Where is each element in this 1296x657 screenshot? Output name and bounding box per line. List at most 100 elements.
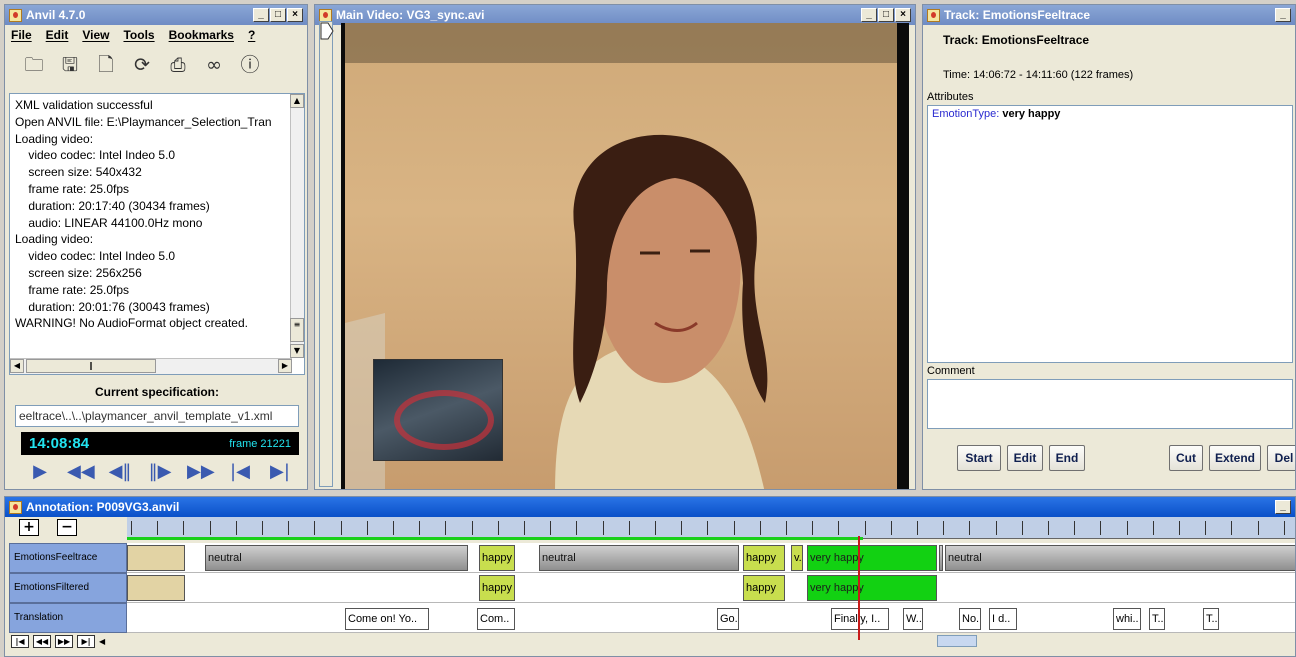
- ruler-tick: [1179, 521, 1180, 535]
- annotation-element[interactable]: [127, 545, 185, 571]
- annotation-element[interactable]: [127, 575, 185, 601]
- end-button[interactable]: End: [1049, 445, 1085, 471]
- binoculars-icon[interactable]: ∞: [203, 54, 225, 76]
- maximize-button[interactable]: □: [270, 8, 286, 22]
- video-titlebar[interactable]: Main Video: VG3_sync.avi _ □ ×: [315, 5, 915, 25]
- annotation-element[interactable]: happy: [743, 545, 785, 571]
- scroll-left-icon[interactable]: ◀: [99, 637, 105, 646]
- log-horizontal-scrollbar[interactable]: ◀ ‖ ▶: [10, 358, 292, 374]
- ruler-tick: [393, 521, 394, 535]
- extend-button[interactable]: Extend: [1209, 445, 1261, 471]
- timeline-scroll-thumb[interactable]: [937, 635, 977, 647]
- delete-button[interactable]: Del: [1267, 445, 1295, 471]
- scroll-up-icon[interactable]: ▲: [290, 94, 304, 108]
- go-last-icon[interactable]: ▶|: [77, 634, 95, 648]
- scroll-down-icon[interactable]: ▼: [290, 344, 304, 358]
- log-line: Loading video:: [15, 232, 94, 247]
- annotation-element[interactable]: T..: [1203, 608, 1219, 630]
- play-icon[interactable]: ▶: [27, 461, 53, 482]
- minimize-button[interactable]: _: [861, 8, 877, 22]
- menu-file[interactable]: File: [11, 28, 32, 42]
- zoom-in-button[interactable]: +: [19, 519, 39, 536]
- track-row-translation[interactable]: Come on! Yo.. Com.. Go.. Finally, I.. W.. No.…: [127, 603, 1295, 633]
- start-button[interactable]: Start: [957, 445, 1001, 471]
- annotation-element[interactable]: [939, 545, 943, 571]
- annotation-element[interactable]: Go..: [717, 608, 739, 630]
- annotation-element[interactable]: v..: [791, 545, 803, 571]
- annotation-element[interactable]: neutral: [539, 545, 739, 571]
- track-titlebar[interactable]: Track: EmotionsFeeltrace _: [923, 5, 1295, 25]
- anvil-titlebar[interactable]: Anvil 4.7.0 _ □ ×: [5, 5, 307, 25]
- print-icon[interactable]: ⎙: [167, 54, 189, 76]
- video-position-slider[interactable]: [319, 21, 334, 487]
- menu-view[interactable]: View: [82, 28, 109, 42]
- menu-help[interactable]: ?: [248, 28, 255, 42]
- minimize-button[interactable]: _: [1275, 500, 1291, 514]
- go-end-icon[interactable]: ▶|: [267, 461, 293, 482]
- log-line: Loading video:: [15, 131, 94, 146]
- annotation-element[interactable]: happy: [479, 545, 515, 571]
- track-label-translation[interactable]: Translation: [9, 603, 127, 633]
- attr-value[interactable]: very happy: [1002, 108, 1060, 120]
- scroll-left-icon[interactable]: ◀: [10, 359, 24, 373]
- scroll-thumb[interactable]: ≡: [290, 318, 304, 342]
- annotation-element[interactable]: happy: [743, 575, 785, 601]
- maximize-button[interactable]: □: [878, 8, 894, 22]
- annotation-element[interactable]: Come on! Yo..: [345, 608, 429, 630]
- comment-field[interactable]: [927, 379, 1293, 429]
- track-row-emotionsfiltered[interactable]: happy happy very happy: [127, 573, 1295, 603]
- annotation-element[interactable]: very happy: [807, 575, 937, 601]
- menu-edit[interactable]: Edit: [46, 28, 69, 42]
- annotation-element[interactable]: I d..: [989, 608, 1017, 630]
- log-vertical-scrollbar[interactable]: ▲ ≡ ▼: [290, 94, 304, 358]
- go-start-icon[interactable]: |◀: [227, 461, 253, 482]
- annotation-element[interactable]: Com..: [477, 608, 515, 630]
- fast-rewind-icon[interactable]: ◀◀: [67, 461, 95, 482]
- annotation-element[interactable]: happy: [479, 575, 515, 601]
- scroll-thumb[interactable]: ‖: [26, 359, 156, 373]
- ruler-tick: [1074, 521, 1075, 535]
- zoom-out-button[interactable]: −: [57, 519, 77, 536]
- annotation-element[interactable]: T..: [1149, 608, 1165, 630]
- spec-field[interactable]: eeltrace\..\..\playmancer_anvil_template…: [15, 405, 299, 427]
- close-button[interactable]: ×: [895, 8, 911, 22]
- picture-in-picture-video: [373, 359, 503, 461]
- scroll-right-icon[interactable]: ▶: [278, 359, 292, 373]
- annotation-element[interactable]: Finally, I..: [831, 608, 889, 630]
- cut-button[interactable]: Cut: [1169, 445, 1203, 471]
- info-icon[interactable]: ⓘ: [239, 54, 261, 76]
- slider-thumb[interactable]: [320, 22, 334, 40]
- track-label-emotionsfiltered[interactable]: EmotionsFiltered: [9, 573, 127, 603]
- page-forward-icon[interactable]: ▶▶: [55, 634, 73, 648]
- minimize-button[interactable]: _: [253, 8, 269, 22]
- annotation-element[interactable]: neutral: [945, 545, 1295, 571]
- ruler-tick: [707, 521, 708, 535]
- save-icon[interactable]: 🖫: [59, 54, 81, 76]
- minimize-button[interactable]: _: [1275, 8, 1291, 22]
- annotation-titlebar[interactable]: Annotation: P009VG3.anvil _: [5, 497, 1295, 517]
- ruler-tick: [341, 521, 342, 535]
- ruler-tick: [1022, 521, 1023, 535]
- edit-button[interactable]: Edit: [1007, 445, 1043, 471]
- annotation-element[interactable]: very happy: [807, 545, 937, 571]
- annotation-element[interactable]: No..: [959, 608, 981, 630]
- open-folder-icon[interactable]: 🗀: [23, 54, 45, 76]
- time-ruler[interactable]: [127, 517, 1295, 540]
- track-row-emotionsfeeltrace[interactable]: neutralhappyneutralhappyv..very happyneu…: [127, 543, 1295, 573]
- page-back-icon[interactable]: ◀◀: [33, 634, 51, 648]
- fast-forward-icon[interactable]: ▶▶: [187, 461, 215, 482]
- annotation-element[interactable]: whi..: [1113, 608, 1141, 630]
- refresh-icon[interactable]: ⟳: [131, 54, 153, 76]
- new-file-icon[interactable]: 🗋: [95, 54, 117, 76]
- step-forward-icon[interactable]: ‖▶: [147, 461, 173, 482]
- ruler-tick: [1284, 521, 1285, 535]
- annotation-element[interactable]: neutral: [205, 545, 468, 571]
- track-label-emotionsfeeltrace[interactable]: EmotionsFeeltrace: [9, 543, 127, 573]
- close-button[interactable]: ×: [287, 8, 303, 22]
- step-back-icon[interactable]: ◀‖: [107, 461, 133, 482]
- go-first-icon[interactable]: |◀: [11, 634, 29, 648]
- menu-bookmarks[interactable]: Bookmarks: [169, 28, 234, 42]
- ruler-tick: [917, 521, 918, 535]
- menu-tools[interactable]: Tools: [123, 28, 154, 42]
- annotation-element[interactable]: W..: [903, 608, 923, 630]
